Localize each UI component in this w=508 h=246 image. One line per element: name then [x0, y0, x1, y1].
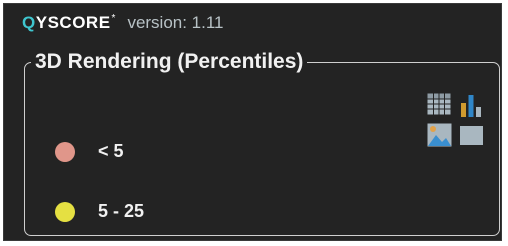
logo-star: * [111, 13, 116, 24]
legend-title: 3D Rendering (Percentiles) [35, 50, 304, 73]
color-dot-salmon [55, 141, 75, 162]
legend-item-label: 5 - 25 [98, 201, 145, 221]
legend-item-5-25: 5 - 25 [55, 201, 144, 222]
table-icon[interactable] [427, 93, 451, 120]
app-header: Q YSCORE * version: 1.11 [22, 13, 224, 37]
logo-q: Q [22, 13, 36, 32]
legend-box: 3D Rendering (Percentiles) < 5 5 - 25 [24, 50, 500, 236]
legend-item-lt5: < 5 [55, 141, 124, 162]
legend-panel: Q YSCORE * version: 1.11 3D Rendering (P… [3, 3, 502, 241]
view-toolbar [427, 93, 483, 147]
blank-icon[interactable] [460, 126, 483, 150]
image-icon[interactable] [427, 123, 452, 152]
bar-chart-icon[interactable] [460, 93, 482, 122]
version-label: version: 1.11 [127, 13, 224, 32]
logo-text: YSCORE [35, 13, 111, 32]
color-dot-yellow [55, 201, 75, 222]
legend-item-label: < 5 [98, 141, 124, 161]
